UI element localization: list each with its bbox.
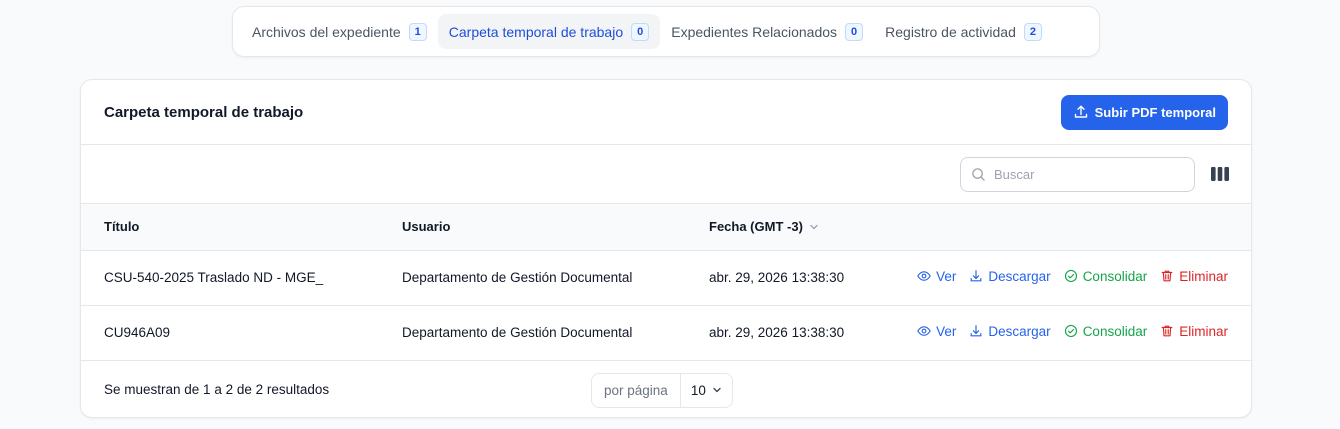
column-header-actions [909, 204, 1251, 250]
cell-actions: Ver Descargar Consolidar Eliminar [909, 250, 1251, 305]
view-label: Ver [936, 323, 957, 339]
eye-icon [917, 326, 931, 337]
chevron-down-icon [810, 224, 818, 229]
files-table: Título Usuario Fecha (GMT -3) CSU-540-20… [81, 204, 1251, 361]
columns-icon [1211, 167, 1229, 181]
cell-user: Departamento de Gestión Documental [402, 270, 633, 285]
column-header-date[interactable]: Fecha (GMT -3) [709, 204, 909, 250]
cell-actions: Ver Descargar Consolidar Eliminar [909, 305, 1251, 360]
per-page-select[interactable]: 10 [681, 374, 732, 407]
tab-count-badge: 0 [845, 22, 864, 41]
table-footer: Se muestran de 1 a 2 de 2 resultados por… [81, 361, 1251, 418]
table-header-row: Título Usuario Fecha (GMT -3) [81, 204, 1251, 250]
download-button[interactable]: Descargar [969, 323, 1051, 339]
check-circle-icon [1064, 270, 1077, 283]
cell-date: abr. 29, 2026 13:38:30 [709, 325, 845, 340]
cell-date: abr. 29, 2026 13:38:30 [709, 270, 845, 285]
download-label: Descargar [988, 323, 1051, 339]
per-page-label: por página [592, 373, 681, 407]
tab-count-badge: 1 [408, 22, 427, 41]
delete-button[interactable]: Eliminar [1160, 269, 1228, 284]
download-button[interactable]: Descargar [969, 268, 1051, 284]
per-page-control: por página 10 [591, 372, 733, 408]
tab-label: Archivos del expediente [252, 23, 401, 40]
cell-title: CSU-540-2025 Traslado ND - MGE_ [104, 270, 324, 285]
tab-archivos-expediente[interactable]: Archivos del expediente 1 [241, 14, 438, 49]
search-input[interactable] [994, 166, 1174, 182]
column-header-date-label: Fecha (GMT -3) [709, 219, 803, 235]
eye-icon [917, 271, 931, 282]
results-summary: Se muestran de 1 a 2 de 2 resultados [104, 381, 330, 397]
download-icon [971, 325, 982, 337]
tab-registro-actividad[interactable]: Registro de actividad 2 [874, 14, 1053, 49]
consolidate-button[interactable]: Consolidar [1064, 268, 1148, 284]
consolidate-label: Consolidar [1082, 323, 1148, 339]
tab-label: Carpeta temporal de trabajo [448, 23, 624, 40]
table-row: CSU-540-2025 Traslado ND - MGE_ Departam… [81, 250, 1251, 305]
delete-label: Eliminar [1179, 268, 1228, 284]
view-button[interactable]: Ver [917, 324, 956, 339]
download-label: Descargar [988, 268, 1051, 284]
download-icon [971, 270, 982, 282]
tab-bar: Archivos del expediente 1 Carpeta tempor… [232, 6, 1100, 57]
upload-pdf-label: Subir PDF temporal [1094, 104, 1216, 120]
card-title: Carpeta temporal de trabajo [104, 103, 304, 121]
search-box [960, 156, 1195, 192]
tab-expedientes-relacionados[interactable]: Expedientes Relacionados 0 [660, 14, 874, 49]
cell-title: CU946A09 [104, 325, 171, 340]
upload-icon [1074, 105, 1087, 118]
column-header-user: Usuario [402, 219, 451, 235]
trash-icon [1161, 270, 1173, 282]
table-toolbar [81, 145, 1251, 204]
view-label: Ver [936, 268, 957, 284]
search-icon [972, 167, 985, 181]
tab-label: Expedientes Relacionados [671, 23, 838, 40]
delete-label: Eliminar [1179, 323, 1228, 339]
check-circle-icon [1064, 325, 1077, 338]
tab-carpeta-temporal[interactable]: Carpeta temporal de trabajo 0 [437, 14, 661, 49]
consolidate-button[interactable]: Consolidar [1064, 323, 1148, 339]
tab-count-badge: 2 [1023, 22, 1043, 41]
chevron-down-icon [713, 387, 721, 393]
delete-button[interactable]: Eliminar [1160, 324, 1228, 339]
column-toggle-button[interactable] [1211, 167, 1229, 181]
cell-user: Departamento de Gestión Documental [402, 325, 633, 340]
per-page-value: 10 [690, 382, 706, 398]
temp-folder-card: Carpeta temporal de trabajo Subir PDF te… [80, 79, 1252, 418]
trash-icon [1161, 325, 1173, 337]
tab-count-badge: 0 [631, 22, 650, 41]
table-row: CU946A09 Departamento de Gestión Documen… [81, 305, 1251, 360]
card-header: Carpeta temporal de trabajo Subir PDF te… [81, 80, 1251, 145]
view-button[interactable]: Ver [917, 269, 956, 284]
tab-label: Registro de actividad [885, 23, 1016, 40]
upload-pdf-button[interactable]: Subir PDF temporal [1060, 94, 1228, 130]
consolidate-label: Consolidar [1082, 268, 1148, 284]
column-header-title: Título [104, 219, 140, 235]
